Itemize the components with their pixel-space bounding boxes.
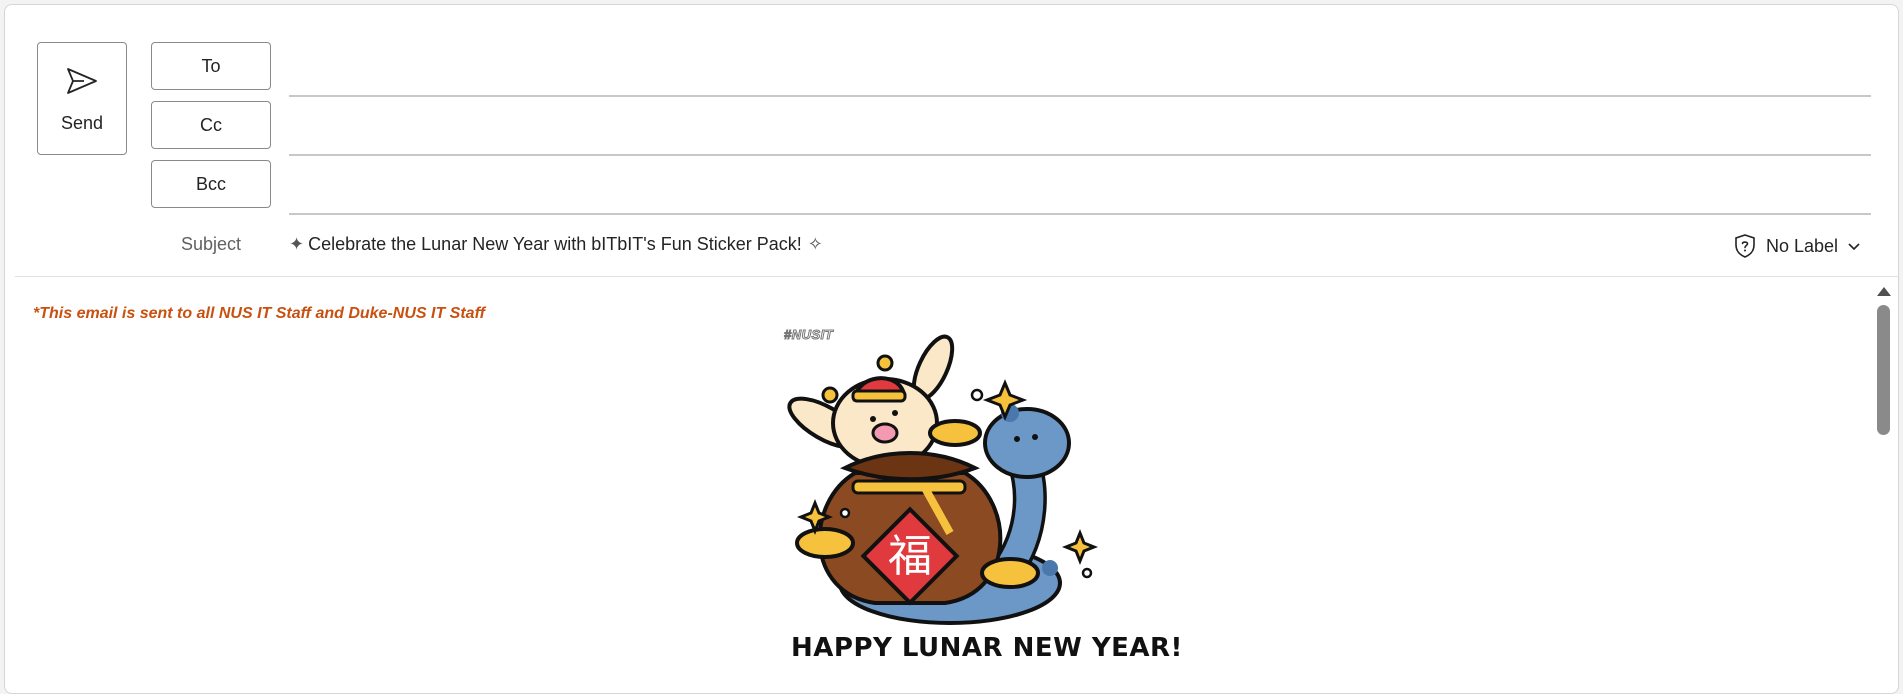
compose-window: Send To Cc Bcc Subject ✦ Celebrate the L…	[4, 4, 1899, 694]
cc-button[interactable]: Cc	[151, 101, 271, 149]
greeting-text: HAPPY LUNAR NEW YEAR!	[791, 633, 1183, 663]
bcc-field[interactable]	[289, 170, 1871, 214]
subject-field[interactable]: ✦ Celebrate the Lunar New Year with bITb…	[289, 234, 823, 255]
sensitivity-label-dropdown[interactable]: No Label	[1732, 233, 1862, 259]
to-field[interactable]	[289, 52, 1871, 96]
sensitivity-label-text: No Label	[1766, 235, 1839, 256]
staff-notice: *This email is sent to all NUS IT Staff …	[33, 305, 485, 322]
gold-ingot-top	[928, 419, 982, 447]
cc-field[interactable]	[289, 111, 1871, 155]
cc-field-underline	[289, 154, 1871, 156]
lunar-new-year-illustration: 福	[787, 334, 1099, 625]
chevron-down-icon	[1848, 243, 1860, 251]
to-button[interactable]: To	[151, 42, 271, 90]
bcc-button[interactable]: Bcc	[151, 160, 271, 208]
body-scrollbar[interactable]	[1871, 285, 1896, 687]
sparkles-icon: ✦	[289, 234, 305, 254]
send-label: Send	[60, 113, 104, 133]
send-icon	[67, 68, 97, 94]
shield-question-icon	[1735, 234, 1755, 258]
scroll-thumb[interactable]	[1877, 305, 1890, 435]
fortune-character: 福	[888, 531, 932, 582]
scroll-up-arrow-icon[interactable]	[1877, 287, 1891, 296]
gold-ingot-right	[980, 557, 1040, 589]
snake-head	[983, 407, 1071, 479]
magic-wand-icon: ✧	[807, 234, 823, 254]
gold-ingot-left	[795, 527, 855, 559]
subject-label: Subject	[181, 234, 242, 254]
send-button[interactable]: Send	[37, 42, 127, 155]
sparkle-star	[1061, 528, 1099, 566]
subject-text: Celebrate the Lunar New Year with bITbIT…	[308, 234, 802, 254]
bcc-field-underline	[289, 213, 1871, 215]
to-field-underline	[289, 95, 1871, 97]
header-divider	[15, 276, 1898, 277]
